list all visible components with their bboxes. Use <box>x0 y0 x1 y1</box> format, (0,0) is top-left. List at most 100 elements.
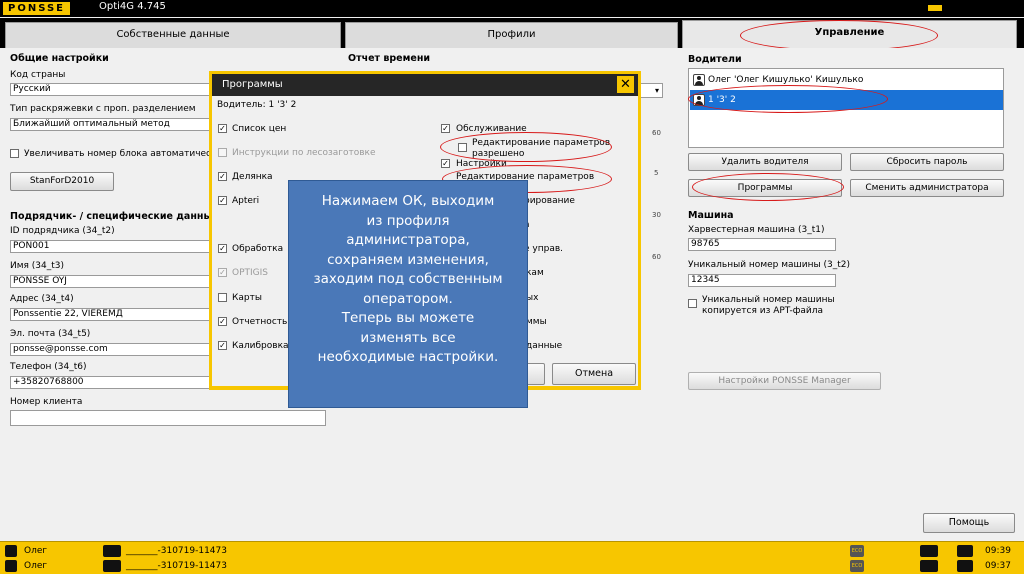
label-edit-params: Редактирование параметров <box>472 138 611 148</box>
note-line: Теперь вы можете <box>341 310 475 326</box>
dialog-driver-text: Водитель: 1 '3' 2 <box>217 100 297 110</box>
contractor-title: Подрядчик- / специфические данные ха <box>10 211 235 222</box>
label-partial-7: данные <box>526 341 563 351</box>
contractor-address-field[interactable]: Ponssentie 22, VIEREMД <box>10 308 210 321</box>
contractor-id-label: ID подрядчика (34_t2) <box>10 226 115 236</box>
stanford-button[interactable]: StanForD2010 <box>10 172 114 191</box>
driver-name: 1 '3' 2 <box>708 95 736 105</box>
checkbox-optigis[interactable]: ✓ <box>218 268 227 277</box>
label-calibration: Калибровка <box>232 341 289 351</box>
cancel-button[interactable]: Отмена <box>552 363 636 385</box>
status-code-2: _______-310719-11473 <box>126 561 227 571</box>
status-user-1: Олег <box>24 546 48 556</box>
status-bar: Олег Олег _______-310719-11473 _______-3… <box>0 541 1024 574</box>
machine-icon <box>920 560 938 572</box>
increase-block-label: Увеличивать номер блока автоматически <box>24 149 223 159</box>
contractor-name-field[interactable]: PONSSE OYJ <box>10 275 210 288</box>
battery-icon <box>957 560 973 572</box>
checkbox-maintenance[interactable]: ✓ <box>441 124 450 133</box>
copy-from-apt-label-1: Уникальный номер машины <box>702 295 835 305</box>
programs-button[interactable]: Программы <box>688 179 842 197</box>
checkbox-apteri[interactable]: ✓ <box>218 196 227 205</box>
driver-item[interactable]: Олег 'Олег Кишулько' Кишулько <box>690 70 1003 90</box>
operator-icon <box>5 560 17 572</box>
drivers-title: Водители <box>688 54 742 65</box>
machine-icon <box>920 545 938 557</box>
increase-block-checkbox[interactable] <box>10 149 19 158</box>
checkbox-logging-instructions[interactable] <box>218 148 227 157</box>
dialog-title: Программы <box>222 79 283 90</box>
client-number-field[interactable] <box>10 410 326 426</box>
ponsse-logo: PONSSE <box>3 2 70 15</box>
unique-number-label: Уникальный номер машины (3_t2) <box>688 260 850 270</box>
checkbox-stand[interactable]: ✓ <box>218 172 227 181</box>
contractor-name-label: Имя (34_t3) <box>10 261 65 271</box>
driver-name: Олег 'Олег Кишулько' Кишулько <box>708 75 864 85</box>
checkbox-processing[interactable]: ✓ <box>218 244 227 253</box>
checkbox-price-list[interactable]: ✓ <box>218 124 227 133</box>
ponsse-manager-button[interactable]: Настройки PONSSE Manager <box>688 372 881 390</box>
checkbox-reporting[interactable]: ✓ <box>218 317 227 326</box>
eco-icon: ECO <box>850 545 864 557</box>
person-icon <box>693 74 705 86</box>
label-partial-3: е управ. <box>524 244 564 254</box>
label-maintenance: Обслуживание <box>456 124 527 134</box>
contractor-address-label: Адрес (34_t4) <box>10 294 74 304</box>
tab-bar: Собственные данные Профили Управление <box>0 18 1024 48</box>
ruler-tick: 30 <box>652 211 661 219</box>
country-field[interactable]: Русский <box>10 83 210 96</box>
contractor-email-field[interactable]: ponsse@ponsse.com <box>10 343 210 356</box>
driver-item-selected[interactable]: 1 '3' 2 <box>690 90 1003 110</box>
label-maps: Карты <box>232 293 262 303</box>
checkbox-settings[interactable]: ✓ <box>441 159 450 168</box>
label-allowed: разрешено <box>472 149 525 159</box>
contractor-email-label: Эл. почта (34_t5) <box>10 329 91 339</box>
checkbox-calibration[interactable]: ✓ <box>218 341 227 350</box>
copy-from-apt-checkbox[interactable] <box>688 299 697 308</box>
forest-icon <box>103 560 121 572</box>
title-bar: PONSSE Opti4G 4.745 <box>0 0 1024 17</box>
machine-title: Машина <box>688 210 734 221</box>
label-stand: Делянка <box>232 172 273 182</box>
note-line: сохраняем изменения, <box>327 251 489 268</box>
help-button[interactable]: Помощь <box>923 513 1015 533</box>
contractor-phone-label: Телефон (34_t6) <box>10 362 87 372</box>
window-indicator-icon <box>928 5 942 11</box>
note-line: необходимые настройки. <box>317 349 499 365</box>
unique-number-field[interactable]: 12345 <box>688 274 836 287</box>
instruction-note: Нажимаем ОК, выходим из профиля админист… <box>288 180 528 408</box>
coloring-field[interactable]: Ближайший оптимальный метод <box>10 118 210 131</box>
tab-own-data[interactable]: Собственные данные <box>5 22 341 48</box>
label-partial-4: кам <box>526 268 544 278</box>
reset-password-button[interactable]: Сбросить пароль <box>850 153 1004 171</box>
tab-profiles[interactable]: Профили <box>345 22 678 48</box>
client-number-label: Номер клиента <box>10 397 83 407</box>
status-code-1: _______-310719-11473 <box>126 546 227 556</box>
label-price-list: Список цен <box>232 124 287 134</box>
label-partial-1: рирование <box>524 196 575 206</box>
ruler-tick: 60 <box>652 253 661 261</box>
delete-driver-button[interactable]: Удалить водителя <box>688 153 842 171</box>
coloring-label: Тип раскряжевки с проп. разделением <box>10 104 196 114</box>
note-line: изменять все <box>360 329 456 346</box>
label-processing: Обработка <box>232 244 284 254</box>
checkbox-maps[interactable] <box>218 293 227 302</box>
general-settings-title: Общие настройки <box>10 53 109 64</box>
dropdown-arrow-icon: ▾ <box>654 86 659 95</box>
checkbox-edit-params-allowed[interactable] <box>458 143 467 152</box>
time-report-title: Отчет времени <box>348 53 431 64</box>
label-settings: Настройки <box>456 159 507 169</box>
contractor-phone-field[interactable]: +35820768800 <box>10 376 210 389</box>
ruler-tick: 60 <box>652 129 661 137</box>
forest-icon <box>103 545 121 557</box>
harvester-field[interactable]: 98765 <box>688 238 836 251</box>
change-admin-button[interactable]: Сменить администратора <box>850 179 1004 197</box>
drivers-list: Олег 'Олег Кишулько' Кишулько 1 '3' 2 <box>688 68 1004 148</box>
label-partial-6: ммы <box>526 317 547 327</box>
label-apteri: Apteri <box>232 196 260 206</box>
tab-management[interactable]: Управление <box>682 20 1017 48</box>
close-icon[interactable]: ✕ <box>617 76 634 93</box>
operator-icon <box>5 545 17 557</box>
contractor-id-field[interactable]: PON001 <box>10 240 210 253</box>
status-time-2: 09:37 <box>985 561 1011 571</box>
